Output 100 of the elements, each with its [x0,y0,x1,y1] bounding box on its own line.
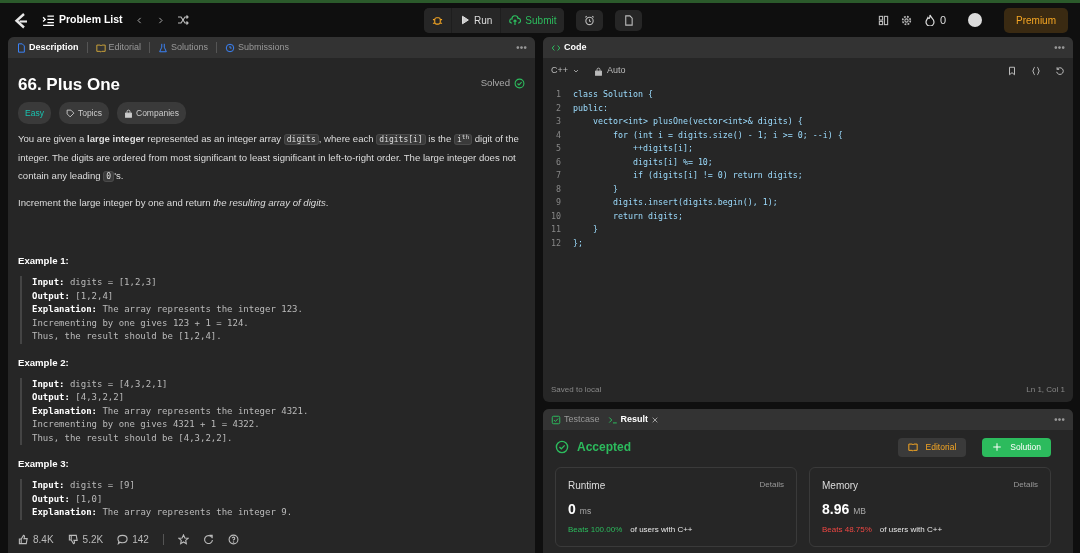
code-line: } [611,182,618,196]
checkbox-icon [551,414,561,425]
settings-icon [900,14,912,26]
lock-icon [124,108,133,118]
metric-name: Memory [822,478,859,493]
plus-icon [992,442,1003,453]
chevron-left-icon [134,15,144,25]
tab[interactable]: Testcase [551,412,600,427]
tag-chip[interactable]: Companies [117,102,186,124]
share-button[interactable] [202,533,214,545]
details-link[interactable]: Details [759,477,784,493]
code-line: } [591,223,598,236]
list-icon [42,13,55,27]
line-number: 4 [555,128,562,142]
tab[interactable]: Description [16,40,79,55]
solved-status: Solved [480,76,510,90]
beats-percentage: Beats 48.75% [822,523,872,536]
beats-caption: of users with C++ [630,523,693,536]
run-button[interactable]: Run [452,7,501,33]
metric-unit: MB [853,504,866,518]
example-heading: Example 2: [18,355,70,370]
editorial-button[interactable]: Editorial [897,438,967,457]
language-dropdown[interactable]: C++ [551,64,580,78]
check-circle-icon [514,77,525,89]
verdict-text: Accepted [577,439,632,457]
format-button[interactable] [1031,66,1041,76]
code-line: ++digits[i]; [631,142,693,155]
close-button[interactable] [651,415,660,424]
example-line: Input: digits = [4,3,2,1] [32,377,169,391]
bookmark-icon [1007,66,1017,76]
description-paragraph: Increment the large integer by one and return the resulting array of digits. [18,196,330,210]
tab[interactable]: Result [607,412,649,427]
example-line: Explanation: The array represents the integer 9. [32,506,294,519]
help-button[interactable] [227,533,239,545]
tab[interactable]: Solutions [158,40,209,55]
code-line: public: [573,101,608,115]
problem-list-button[interactable]: Problem List [42,12,123,28]
code-line: vector<int> plusOne(vector<int>& digits) { [591,115,803,128]
document-icon [623,14,635,26]
layout-button[interactable] [877,14,889,26]
description-paragraph: You are given a large integer represented as an integer array digits , where each digits[i] is the i$^{th}$ digit of the integer. The digits are ordered from most significant to least significant in left-to-right order. The large integer does not contain any leading 0 's. [18,132,520,184]
example-line: Output: [4,3,2,2] [32,391,126,404]
close-icon [651,415,660,424]
line-number: 7 [555,169,562,182]
save-status: Saved to local [551,384,602,396]
example-line: Output: [1,0] [32,492,104,506]
code-line: class Solution { [573,88,653,101]
code-line: if (digits[i] != 0) return digits; [631,169,803,182]
history-icon [225,42,236,53]
line-number: 9 [555,196,562,209]
file-icon [16,42,26,53]
flame-icon [923,14,936,26]
auto-mode-toggle[interactable]: Auto [594,64,626,78]
code-line: }; [573,236,583,250]
details-link[interactable]: Details [1013,477,1038,493]
submit-button[interactable]: Submit [501,7,565,33]
lock-icon [594,66,603,76]
debug-button[interactable] [424,7,451,33]
line-number: 2 [555,101,562,115]
favorite-button[interactable] [177,533,189,545]
beats-caption: of users with C++ [879,523,943,536]
code-line: for (int i = digits.size() - 1; i >= 0; --i) { [611,128,843,142]
line-number: 1 [555,88,562,101]
play-icon [460,15,470,25]
shuffle-button[interactable] [176,14,189,26]
example-heading: Example 1: [18,254,70,268]
notes-button[interactable] [615,9,643,31]
thumbs-down-icon [67,533,79,545]
premium-button[interactable]: Premium [1004,7,1068,33]
line-number: 3 [555,115,562,128]
streak-counter[interactable]: 0 [923,11,946,29]
tag-chip[interactable]: Topics [58,102,109,124]
cursor-position: Ln 1, Col 1 [1026,384,1065,396]
flask-icon [158,42,169,53]
braces-icon [1031,66,1041,76]
code-line: digits.insert(digits.begin(), 1); [611,196,778,209]
star-icon [177,533,189,545]
timer-button[interactable] [576,9,604,31]
help-icon [227,533,239,545]
example-heading: Example 3: [18,457,70,471]
tab[interactable]: Editorial [95,40,142,55]
share-icon [202,533,214,545]
metric-value: 0 [568,499,576,519]
code-line: digits[i] %= 10; [631,155,713,169]
like-button[interactable]: 8.4K [18,531,54,547]
example-line: Thus, the result should be [1,2,4]. [32,330,223,343]
comments-button[interactable]: 142 [117,531,149,547]
problem-title: 66. Plus One [18,76,121,94]
speech-bubble-icon [117,533,129,545]
example-line: Thus, the result should be [4,3,2,2]. [32,431,234,445]
tab[interactable]: Submissions [225,40,290,55]
dislike-button[interactable]: 5.2K [67,531,104,547]
code-tab[interactable]: Code [551,40,587,55]
terminal-icon [607,414,618,425]
settings-button[interactable] [900,14,912,26]
bookmark-button[interactable] [1007,66,1017,76]
previous-button[interactable] [134,15,144,25]
reset-button[interactable] [1055,66,1065,76]
layout-icon [877,14,889,26]
avatar[interactable] [968,13,982,27]
